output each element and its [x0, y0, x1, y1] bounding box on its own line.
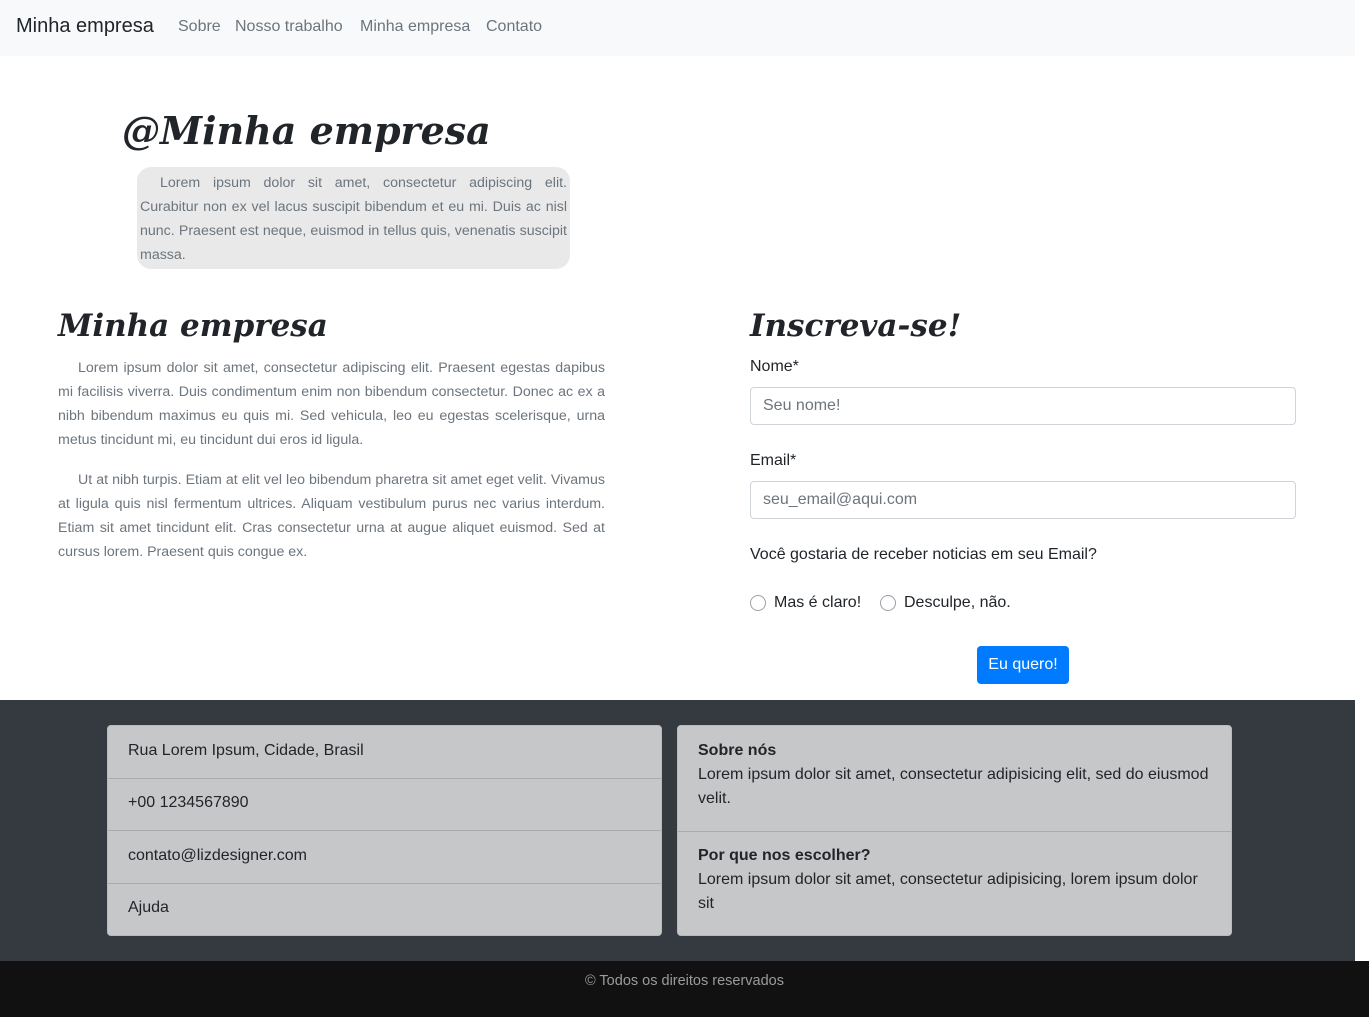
about-title: Minha empresa: [58, 308, 328, 344]
radio-no-label[interactable]: Desculpe, não.: [904, 594, 1011, 612]
about-paragraph-1: Lorem ipsum dolor sit amet, consectetur …: [58, 360, 605, 448]
contact-card: Rua Lorem Ipsum, Cidade, Brasil +00 1234…: [107, 725, 662, 936]
newsletter-question: Você gostaria de receber noticias em seu…: [750, 546, 1097, 563]
signup-title: Inscreva-se!: [750, 308, 962, 344]
about-us-text: Lorem ipsum dolor sit amet, consectetur …: [698, 766, 1209, 807]
hero-title: @Minha empresa: [122, 108, 491, 153]
email-field[interactable]: [750, 481, 1296, 519]
copyright-text: © Todos os direitos reservados: [584, 973, 784, 989]
nav-link-contato[interactable]: Contato: [486, 18, 542, 36]
about-paragraph-2: Ut at nibh turpis. Etiam at elit vel leo…: [58, 472, 605, 560]
copyright-bar: © Todos os direitos reservados: [0, 961, 1369, 1017]
navbar: Minha empresa Sobre Nosso trabalho Minha…: [0, 0, 1355, 56]
nav-link-nosso-trabalho[interactable]: Nosso trabalho: [235, 18, 343, 36]
radio-yes-label[interactable]: Mas é claro!: [774, 594, 861, 612]
name-label: Nome*: [750, 358, 799, 375]
email-label: Email*: [750, 452, 797, 469]
why-us-title: Por que nos escolher?: [698, 847, 871, 864]
address-item: Rua Lorem Ipsum, Cidade, Brasil: [128, 742, 364, 759]
radio-yes[interactable]: [750, 595, 766, 611]
divider: [108, 883, 661, 884]
about-us-title: Sobre nós: [698, 742, 777, 759]
divider: [108, 830, 661, 831]
navbar-brand[interactable]: Minha empresa: [16, 15, 154, 38]
submit-button[interactable]: Eu quero!: [977, 646, 1069, 684]
phone-item: +00 1234567890: [128, 794, 249, 811]
radio-no[interactable]: [880, 595, 896, 611]
nav-link-sobre[interactable]: Sobre: [178, 18, 221, 36]
divider: [108, 778, 661, 779]
hero-text: Lorem ipsum dolor sit amet, consectetur …: [140, 175, 567, 263]
help-item[interactable]: Ajuda: [128, 899, 169, 917]
hero-text-box: Lorem ipsum dolor sit amet, consectetur …: [137, 167, 570, 269]
info-card: Sobre nós Lorem ipsum dolor sit amet, co…: [677, 725, 1232, 936]
name-field[interactable]: [750, 387, 1296, 425]
divider: [678, 831, 1231, 832]
why-us-text: Lorem ipsum dolor sit amet, consectetur …: [698, 871, 1198, 912]
nav-link-minha-empresa[interactable]: Minha empresa: [360, 18, 470, 36]
email-item[interactable]: contato@lizdesigner.com: [128, 847, 307, 865]
